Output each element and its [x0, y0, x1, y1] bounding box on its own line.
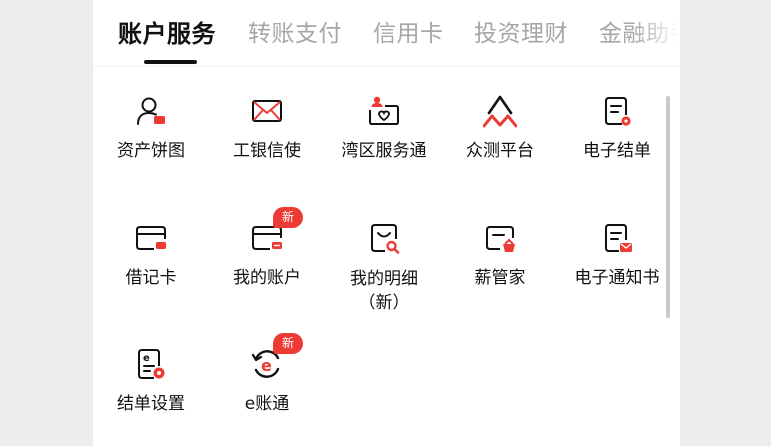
grid-item-label: 电子通知书 [574, 268, 660, 288]
new-badge: 新 [273, 333, 304, 354]
bag-search-icon [367, 221, 401, 255]
heart-card-icon [367, 94, 401, 128]
document-icon [600, 94, 634, 128]
service-grid: 资产饼图 工银信使 湾区服务通 众测平台 电子结单 借记卡 新 我的账户 我的明… [93, 66, 680, 446]
grid-item-bay-area-service[interactable]: 湾区服务通 [326, 66, 442, 176]
envelope-icon [250, 94, 284, 128]
svg-text:e: e [143, 353, 150, 364]
grid-item-label: 电子结单 [583, 141, 651, 161]
grid-item-salary-manager[interactable]: 薪管家 [442, 193, 558, 303]
grid-item-label: 我的明细 （新） [326, 267, 442, 315]
tab-investment[interactable]: 投资理财 [474, 14, 568, 48]
grid-item-statement-settings[interactable]: e 结单设置 [93, 319, 209, 429]
new-badge: 新 [273, 207, 304, 228]
grid-item-label: 我的账户 [233, 268, 301, 288]
grid-item-my-account[interactable]: 新 我的账户 [209, 193, 325, 303]
grid-item-crowd-test-platform[interactable]: 众测平台 [442, 66, 558, 176]
grid-item-label: e账通 [244, 394, 290, 414]
grid-item-icbc-messenger[interactable]: 工银信使 [209, 66, 325, 176]
scrollbar[interactable] [666, 96, 670, 318]
grid-item-label: 结单设置 [117, 394, 185, 414]
category-tabs: 账户服务 转账支付 信用卡 投资理财 金融助手 [93, 0, 680, 67]
active-tab-indicator [144, 60, 197, 64]
grid-item-my-transaction-details[interactable]: 我的明细 （新） [326, 193, 442, 313]
grid-item-label: 湾区服务通 [341, 141, 427, 161]
grid-item-label: 借记卡 [125, 268, 177, 288]
tab-transfer-payment[interactable]: 转账支付 [248, 14, 342, 48]
tab-credit-card[interactable]: 信用卡 [373, 14, 444, 48]
grid-item-label: 工银信使 [233, 141, 301, 161]
grid-item-e-notification[interactable]: 电子通知书 [559, 193, 675, 303]
tab-account-services[interactable]: 账户服务 [118, 14, 216, 49]
grid-item-e-statement[interactable]: 电子结单 [559, 66, 675, 176]
salary-icon [483, 221, 517, 255]
grid-item-label: 薪管家 [474, 268, 526, 288]
mountain-icon [483, 94, 517, 128]
grid-item-label-line2: （新） [358, 293, 410, 313]
grid-item-debit-card[interactable]: 借记卡 [93, 193, 209, 303]
person-icon [134, 94, 168, 128]
grid-item-label: 众测平台 [466, 141, 534, 161]
grid-item-label-line1: 我的明细 [350, 269, 418, 289]
grid-item-label: 资产饼图 [117, 141, 185, 161]
debit-card-icon [134, 221, 168, 255]
statement-settings-icon: e [134, 347, 168, 381]
tab-financial-assistant[interactable]: 金融助手 [599, 14, 680, 48]
svg-text:e: e [261, 356, 272, 375]
grid-item-asset-pie-chart[interactable]: 资产饼图 [93, 66, 209, 176]
services-panel: 账户服务 转账支付 信用卡 投资理财 金融助手 资产饼图 [93, 0, 680, 446]
grid-item-e-account-pass[interactable]: e 新 e账通 [209, 319, 325, 429]
notice-doc-icon [600, 221, 634, 255]
